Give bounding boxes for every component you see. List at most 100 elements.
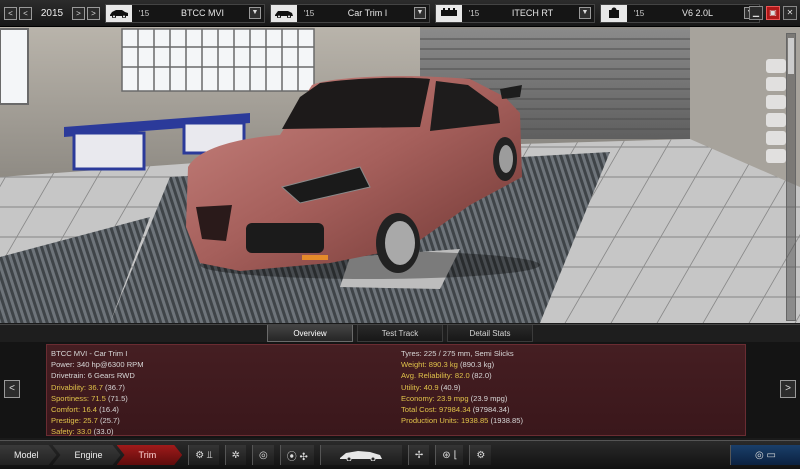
stat-row: Prestige: 25.7 (25.7) (51, 415, 381, 426)
close-button[interactable]: ✕ (783, 6, 797, 20)
stat-label: Total Cost: (401, 405, 439, 415)
tab-overview[interactable]: Overview (267, 325, 353, 342)
stat-label: BTCC MVI - Car Trim I (51, 349, 128, 358)
stat-label: Tyres: (401, 349, 424, 358)
stat-row: Production Units: 1938.85 (1938.85) (401, 415, 731, 426)
stat-row: Drivetrain: 6 Gears RWD (51, 370, 381, 381)
stats-box: BTCC MVI - Car Trim I Power: 340 hp@6300 … (46, 344, 746, 436)
stat-label: Drivetrain: (51, 371, 88, 381)
stat-row: Total Cost: 97984.34 (97984.34) (401, 404, 731, 415)
stat-row: Power: 340 hp@6300 RPM (51, 359, 381, 370)
stat-row: Safety: 33.0 (33.0) (51, 426, 381, 437)
minimize-button[interactable]: ▁ (749, 6, 763, 20)
steering-icon[interactable]: ⊛ ⌊ (435, 445, 464, 465)
trim-dropdown-button[interactable]: ▼ (414, 7, 426, 19)
stat-label: Avg. Reliability: (401, 371, 455, 381)
zoom-scrollbar-thumb[interactable] (788, 38, 794, 74)
stat-label: Comfort: (51, 405, 83, 415)
stats-right-column: Tyres: 225 / 275 mm, Semi Slicks Weight: … (401, 348, 731, 426)
garage-scene-image (0, 27, 800, 323)
model-year: '15 (138, 8, 150, 18)
variant-selector[interactable]: '15 V6 2.0L ▼ (600, 3, 760, 23)
stat-base: (16.4) (97, 405, 119, 415)
car-view-icon[interactable] (766, 77, 786, 91)
window-right (121, 28, 315, 92)
stat-value: 25.7 (83, 416, 98, 426)
view-tools (766, 59, 786, 163)
save-button[interactable]: ▣ (766, 6, 780, 20)
window-left (0, 28, 29, 105)
tab-test-track[interactable]: Test Track (357, 325, 443, 342)
nav-stage-model[interactable]: Model (0, 445, 57, 465)
stat-label: Utility: (401, 382, 424, 392)
bottom-navigation: Model Engine Trim ⚙ ⫫ ✲ ◎ ⦿ ✣ ✢ ⊛ ⌊ ⚙ ◎ … (0, 440, 800, 469)
engine-name: ITECH RT (511, 8, 554, 18)
car-front-icon[interactable] (766, 113, 786, 127)
stat-row: Comfort: 16.4 (16.4) (51, 404, 381, 415)
variant-name: V6 2.0L (681, 8, 714, 18)
nav-stage-trim[interactable]: Trim (117, 445, 183, 465)
stat-base: (71.5) (105, 393, 128, 403)
trim-year: '15 (303, 8, 315, 18)
stat-row: Weight: 890.3 kg (890.3 kg) (401, 359, 731, 370)
engine-block-icon (436, 4, 462, 22)
stat-label: Drivability: (51, 382, 89, 392)
stat-label: Production Units: (401, 416, 461, 426)
stat-base: (97984.34) (470, 405, 510, 415)
model-name: BTCC MVI (180, 8, 224, 18)
nav-stage-engine[interactable]: Engine (53, 445, 121, 465)
next-panel-button[interactable]: > (780, 380, 796, 398)
stat-label: Economy: (401, 393, 437, 403)
stat-row: Sportiness: 71.5 (71.5) (51, 393, 381, 404)
overview-icon[interactable]: ◎ ▭ (730, 445, 800, 465)
stat-value: 33.0 (76, 427, 92, 437)
engine-selector[interactable]: '15 ITECH RT ▼ (435, 3, 595, 23)
car-side-icon[interactable] (766, 95, 786, 109)
stat-base: (23.9 mpg) (468, 393, 508, 403)
stat-value: 890.3 kg (428, 360, 458, 370)
stat-value: 23.9 mpg (436, 393, 469, 403)
stat-row: BTCC MVI - Car Trim I (51, 348, 381, 359)
camera-icon[interactable] (766, 59, 786, 73)
model-selector[interactable]: '15 BTCC MVI ▼ (105, 3, 265, 23)
window-controls: ▁ ▣ ✕ (749, 6, 797, 20)
stat-base: (25.7) (97, 416, 120, 426)
model-dropdown-button[interactable]: ▼ (249, 7, 261, 19)
info-tabs: Overview Test Track Detail Stats (0, 324, 800, 342)
stat-value: 16.4 (82, 405, 98, 415)
stat-label: Sportiness: (51, 393, 92, 403)
fan-icon[interactable]: ✢ (407, 445, 430, 465)
gearbox-icon[interactable]: ⚙ ⫫ (188, 445, 219, 465)
engine-year: '15 (468, 8, 480, 18)
top-selector-bar: < < 2015 > > '15 BTCC MVI ▼ '15 Car Trim… (0, 0, 800, 27)
zoom-scrollbar[interactable] (786, 33, 796, 321)
suspension-icon[interactable]: ✲ (224, 445, 246, 465)
variant-year: '15 (633, 8, 645, 18)
stat-value: 1938.85 (460, 416, 489, 426)
stat-value: 97984.34 (438, 405, 471, 415)
body-icon[interactable] (319, 445, 402, 465)
prev-prev-year-button[interactable]: < (4, 6, 17, 20)
engine-dropdown-button[interactable]: ▼ (579, 7, 591, 19)
prev-year-button[interactable]: < (19, 6, 32, 20)
year-display: 2015 (40, 7, 64, 19)
next-year-button[interactable]: > (72, 6, 85, 20)
car-rear-icon[interactable] (766, 149, 786, 163)
stat-base: (33.0) (91, 427, 114, 437)
next-next-year-button[interactable]: > (87, 6, 100, 20)
car-model-icon (106, 4, 132, 22)
car-viewport[interactable] (0, 27, 800, 323)
stat-base: (36.7) (102, 382, 125, 392)
overview-panel: < > BTCC MVI - Car Trim I Power: 340 hp@6… (0, 342, 800, 438)
tab-detail-stats[interactable]: Detail Stats (447, 325, 533, 342)
brakes-icon[interactable]: ◎ (251, 445, 274, 465)
prev-panel-button[interactable]: < (4, 380, 20, 398)
settings-icon[interactable]: ⚙ (469, 445, 492, 465)
stat-value: 40.9 (423, 382, 439, 392)
trim-name: Car Trim I (347, 8, 388, 18)
trim-selector[interactable]: '15 Car Trim I ▼ (270, 3, 430, 23)
tyre-icon[interactable]: ⦿ ✣ (279, 445, 314, 465)
car-top-icon[interactable] (766, 131, 786, 145)
stats-left-column: BTCC MVI - Car Trim I Power: 340 hp@6300 … (51, 348, 381, 438)
stat-base: (1938.85) (488, 416, 524, 426)
